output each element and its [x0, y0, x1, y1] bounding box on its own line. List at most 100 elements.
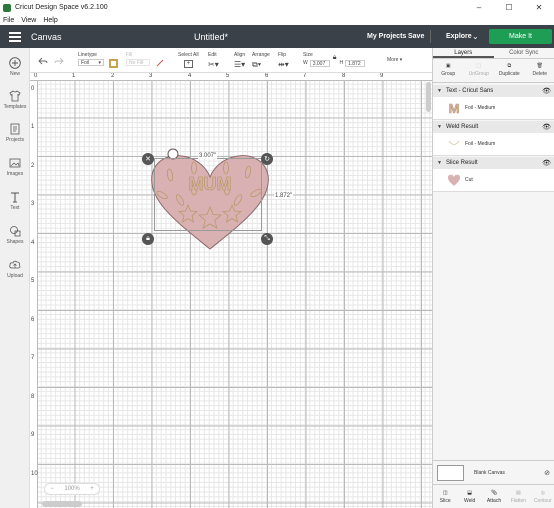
menu-view[interactable]: View — [21, 17, 36, 24]
ruler-left-tick: 2 — [31, 163, 35, 169]
menu-help[interactable]: Help — [43, 17, 57, 24]
layer-group-title: Weld Result — [445, 124, 479, 130]
layer-group-text[interactable]: ▼ Text - Cricut Sans 👁︎ M Foil - Medium — [433, 85, 554, 120]
eye-icon[interactable]: 👁︎ — [542, 159, 551, 167]
delete-label: Delete — [532, 71, 547, 77]
zoom-in-icon[interactable]: + — [90, 486, 94, 492]
layer-group-header[interactable]: ▼ Weld Result 👁︎ — [433, 121, 554, 133]
delete-handle-icon[interactable]: ✕ — [142, 153, 154, 165]
collapse-arrow-icon[interactable]: ▼ — [437, 88, 442, 94]
plus-icon — [8, 56, 22, 70]
svg-text:M: M — [449, 101, 460, 115]
flatten-label: Flatten — [510, 498, 527, 504]
sidebar-label-upload: Upload — [7, 273, 23, 279]
undo-icon[interactable] — [38, 57, 48, 67]
linetype-select[interactable]: Foil ▾ — [78, 59, 104, 66]
tab-color-sync[interactable]: Color Sync — [494, 48, 554, 58]
duplicate-label: Duplicate — [498, 71, 520, 77]
save-button[interactable]: Save — [408, 33, 424, 40]
arrange-control[interactable]: Arrange ⧉▾ — [252, 52, 270, 70]
ungroup-button[interactable]: ⬚ UnGroup — [464, 59, 495, 82]
eye-icon[interactable]: 👁︎ — [542, 87, 551, 95]
maximize-button[interactable]: ☐ — [494, 0, 524, 15]
delete-button[interactable]: 🗑︎ Delete — [525, 59, 554, 82]
layer-item[interactable]: Cut — [433, 169, 554, 191]
more-button[interactable]: More ▾ — [387, 57, 402, 63]
lock-icon[interactable]: 🔒︎ — [333, 54, 337, 62]
make-it-button[interactable]: Make It — [489, 29, 552, 44]
section-title: Canvas — [31, 31, 62, 42]
tab-layers[interactable]: Layers — [433, 48, 494, 58]
ruler-top-tick: 1 — [72, 73, 76, 79]
align-control[interactable]: Align ☰▾ — [234, 52, 245, 69]
contour-button[interactable]: ◎ Contour — [531, 485, 554, 508]
height-value: 1.872 — [348, 60, 361, 67]
image-icon — [8, 156, 22, 170]
blank-canvas-label: Blank Canvas — [474, 469, 505, 476]
cloud-upload-icon — [8, 258, 22, 272]
sidebar-item-new[interactable]: New — [0, 56, 30, 77]
projects-icon — [8, 122, 22, 136]
flip-control[interactable]: Flip ⇹▾ — [278, 52, 289, 69]
close-window-button[interactable]: ✕ — [524, 0, 554, 15]
collapse-arrow-icon[interactable]: ▼ — [437, 160, 442, 166]
zoom-out-icon[interactable]: − — [50, 486, 54, 492]
height-label: H — [339, 60, 344, 66]
width-value: 3.007 — [312, 60, 326, 67]
width-input[interactable]: 3.007 — [309, 60, 330, 67]
rotate-handle-icon[interactable]: ↻ — [261, 153, 273, 165]
collapse-arrow-icon[interactable]: ▼ — [437, 124, 442, 130]
attach-button[interactable]: 📎︎ Attach — [482, 485, 506, 508]
layer-group-header[interactable]: ▼ Text - Cricut Sans 👁︎ — [433, 85, 554, 97]
linetype-color-swatch[interactable] — [109, 59, 118, 68]
header-divider — [430, 30, 431, 43]
sidebar-item-text[interactable]: Text — [0, 190, 30, 211]
weld-button[interactable]: ⬓ Weld — [457, 485, 481, 508]
blank-canvas-swatch[interactable] — [437, 464, 464, 481]
linetype-control[interactable]: Linetype Foil ▾ — [78, 52, 104, 66]
explore-menu[interactable]: Explore — [446, 33, 472, 40]
paperclip-icon: 📎︎ — [490, 490, 498, 496]
group-button[interactable]: ▣ Group — [433, 59, 464, 82]
layer-item[interactable]: Foil - Medium — [433, 133, 554, 155]
layer-thumbnail — [447, 137, 461, 151]
eye-off-icon[interactable]: ⊘ — [544, 469, 550, 477]
flatten-button[interactable]: ▤ Flatten — [506, 485, 530, 508]
height-input[interactable]: 1.872 — [345, 60, 366, 67]
slice-button[interactable]: ◫ Slice — [433, 485, 457, 508]
layer-item[interactable]: M Foil - Medium — [433, 97, 554, 119]
layer-group-weld[interactable]: ▼ Weld Result 👁︎ Foil - Medium — [433, 121, 554, 156]
title-bar: Cricut Design Space v6.2.100 – ☐ ✕ — [0, 0, 554, 15]
eye-icon[interactable]: 👁︎ — [542, 123, 551, 131]
slice-icon: ◫ — [442, 490, 448, 496]
select-all-control[interactable]: Select All + — [178, 52, 199, 68]
duplicate-button[interactable]: ⧉ Duplicate — [494, 59, 525, 82]
layer-group-slice[interactable]: ▼ Slice Result 👁︎ Cut — [433, 157, 554, 192]
blank-canvas-row[interactable]: Blank Canvas ⊘ — [433, 460, 554, 484]
chevron-down-icon[interactable]: ⌄ — [472, 32, 479, 41]
sidebar-item-images[interactable]: Images — [0, 156, 30, 177]
sidebar-item-shapes[interactable]: Shapes — [0, 224, 30, 245]
hamburger-menu-icon[interactable] — [9, 32, 21, 42]
menu-file[interactable]: File — [3, 17, 14, 24]
edit-control[interactable]: Edit ✂▾ — [208, 52, 219, 69]
lock-handle-icon[interactable]: 🔒︎ — [142, 233, 154, 245]
resize-handle-icon[interactable]: ⤡ — [261, 233, 273, 245]
horizontal-scrollbar[interactable] — [42, 501, 82, 507]
ungroup-icon: ⬚ — [476, 63, 482, 69]
zoom-control[interactable]: − 100% + — [44, 483, 100, 495]
sidebar-item-projects[interactable]: Projects — [0, 122, 30, 143]
ruler-left-tick: 0 — [31, 86, 35, 92]
design-canvas[interactable]: 0 1 2 3 4 5 6 7 8 9 0 1 2 3 4 5 6 7 8 9 … — [30, 73, 432, 508]
sidebar-label-images: Images — [6, 171, 24, 177]
document-title[interactable]: Untitled* — [194, 32, 228, 42]
sidebar-item-templates[interactable]: Templates — [0, 89, 30, 110]
my-projects-button[interactable]: My Projects — [367, 33, 406, 40]
layer-group-header[interactable]: ▼ Slice Result 👁︎ — [433, 157, 554, 169]
redo-icon[interactable] — [54, 57, 64, 67]
vertical-scrollbar[interactable] — [426, 82, 431, 112]
sidebar-item-upload[interactable]: Upload — [0, 258, 30, 279]
sidebar-label-templates: Templates — [3, 104, 27, 110]
flip-icon: ⇹▾ — [278, 60, 289, 69]
minimize-button[interactable]: – — [464, 0, 494, 15]
